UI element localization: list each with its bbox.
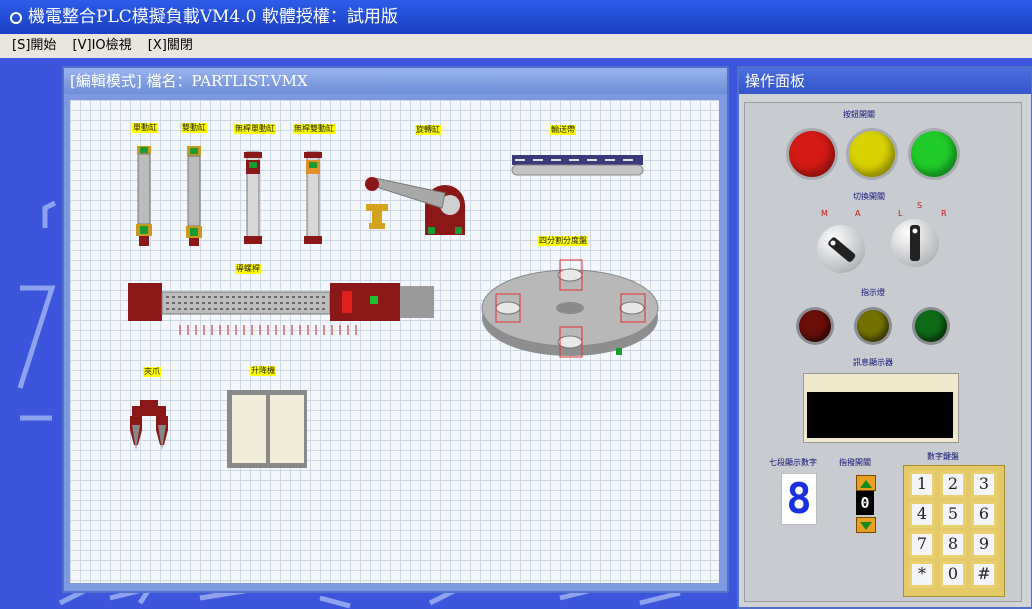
- label-double-cylinder: 雙動缸: [181, 123, 207, 133]
- mark-a: A: [855, 209, 861, 218]
- editor-window: [編輯模式] 檔名：PARTLIST.VMX 單動缸 雙動缸 無桿單動缸 無桿雙…: [62, 66, 729, 593]
- red-indicator-lamp: [799, 310, 831, 342]
- seven-seg-label: 七段顯示數字: [769, 458, 817, 467]
- component-drawings: [128, 146, 659, 468]
- app-icon: [10, 11, 22, 24]
- rodless-single-cylinder[interactable]: [244, 151, 262, 244]
- thumbwheel-digit: 0: [856, 491, 874, 515]
- key-4[interactable]: 4: [909, 501, 935, 528]
- mark-s: S: [917, 201, 923, 210]
- thumbwheel-label: 指撥開關: [839, 458, 871, 467]
- label-rodless-single: 無桿單動缸: [234, 124, 276, 134]
- control-panel: 操作面板 按鈕開關 切換開關 M A L S R 指示燈 訊息顯示器 七段顯示數…: [737, 66, 1032, 609]
- label-gripper: 夾爪: [143, 367, 161, 377]
- indexing-table[interactable]: [481, 259, 659, 358]
- editor-title: [編輯模式] 檔名：PARTLIST.VMX: [64, 68, 727, 94]
- key-6[interactable]: 6: [971, 501, 997, 528]
- menu-bar: [S]開始 [V]IO檢視 [X]關閉: [0, 34, 1032, 59]
- key-9[interactable]: 9: [971, 531, 997, 558]
- label-rotary-cylinder: 旋轉缸: [415, 125, 441, 135]
- green-push-button[interactable]: [911, 131, 957, 177]
- selector-label: 切換開關: [853, 192, 885, 201]
- window-titlebar: 機電整合PLC模擬負載VM4.0 軟體授權：試用版: [0, 0, 1032, 34]
- rotary-cylinder[interactable]: [365, 177, 465, 235]
- message-display-label: 訊息顯示器: [853, 358, 893, 367]
- key-8[interactable]: 8: [940, 531, 966, 558]
- red-push-button[interactable]: [789, 131, 835, 177]
- selector-switch-ma[interactable]: [817, 225, 865, 273]
- lead-screw[interactable]: [128, 283, 434, 335]
- panel-body: 按鈕開關 切換開關 M A L S R 指示燈 訊息顯示器 七段顯示數字 8 指…: [744, 102, 1022, 602]
- mark-m: M: [821, 209, 828, 218]
- message-display: [803, 373, 959, 443]
- key-star[interactable]: *: [909, 561, 935, 588]
- selector-switch-lsr[interactable]: [891, 219, 939, 267]
- label-conveyor: 輸送帶: [550, 125, 576, 135]
- double-cylinder[interactable]: [186, 146, 202, 246]
- key-3[interactable]: 3: [971, 471, 997, 498]
- menu-close[interactable]: [X]關閉: [148, 38, 193, 53]
- green-indicator-lamp: [915, 310, 947, 342]
- elevator[interactable]: [227, 390, 307, 468]
- yellow-push-button[interactable]: [849, 131, 895, 177]
- label-rodless-double: 無桿雙動缸: [293, 124, 335, 134]
- panel-title: 操作面板: [739, 68, 1031, 94]
- keypad-label: 數字鍵盤: [927, 452, 959, 461]
- seven-segment-display: 8: [781, 473, 817, 525]
- thumbwheel-up-button[interactable]: [856, 475, 876, 491]
- layout-grid[interactable]: 單動缸 雙動缸 無桿單動缸 無桿雙動缸 旋轉缸 輸送帶 四分割分度盤 導螺桿 夾…: [70, 100, 719, 583]
- key-1[interactable]: 1: [909, 471, 935, 498]
- key-0[interactable]: 0: [940, 561, 966, 588]
- gripper[interactable]: [130, 400, 168, 450]
- indicator-label: 指示燈: [861, 288, 885, 297]
- key-2[interactable]: 2: [940, 471, 966, 498]
- key-5[interactable]: 5: [940, 501, 966, 528]
- push-buttons-label: 按鈕開關: [843, 110, 875, 119]
- single-cylinder[interactable]: [136, 146, 152, 246]
- key-hash[interactable]: #: [971, 561, 997, 588]
- conveyor[interactable]: [511, 155, 644, 176]
- mark-r: R: [941, 209, 947, 218]
- menu-start[interactable]: [S]開始: [12, 38, 56, 53]
- label-lead-screw: 導螺桿: [235, 264, 261, 274]
- menu-io-view[interactable]: [V]IO檢視: [73, 38, 132, 53]
- rodless-double-cylinder[interactable]: [304, 151, 322, 244]
- label-indexer: 四分割分度盤: [538, 236, 588, 246]
- key-7[interactable]: 7: [909, 531, 935, 558]
- yellow-indicator-lamp: [857, 310, 889, 342]
- window-title: 機電整合PLC模擬負載VM4.0 軟體授權：試用版: [28, 7, 398, 27]
- thumbwheel-down-button[interactable]: [856, 517, 876, 533]
- label-single-cylinder: 單動缸: [132, 123, 158, 133]
- mark-l: L: [898, 209, 903, 218]
- label-elevator: 升降機: [250, 366, 276, 376]
